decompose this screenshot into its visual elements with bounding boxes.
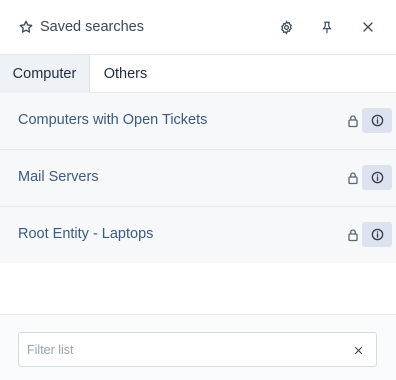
panel-header: Saved searches (0, 0, 396, 55)
lock-icon (348, 229, 358, 242)
filter-box (18, 332, 377, 367)
info-button[interactable] (362, 108, 392, 133)
saved-search-item[interactable]: Root Entity - Laptops (0, 207, 396, 263)
pin-icon (322, 21, 332, 33)
settings-button[interactable] (275, 16, 297, 38)
panel-title-wrap: Saved searches (18, 17, 144, 37)
tab-computer[interactable]: Computer (0, 55, 90, 93)
tab-others[interactable]: Others (90, 55, 161, 93)
panel-footer (0, 314, 396, 380)
saved-search-label[interactable]: Computers with Open Tickets (18, 112, 207, 128)
gear-icon (280, 19, 292, 35)
info-icon (371, 114, 383, 127)
clear-filter-button[interactable] (351, 343, 365, 357)
saved-search-label[interactable]: Root Entity - Laptops (18, 226, 153, 242)
tab-bar: Computer Others (0, 55, 396, 93)
info-icon (371, 171, 383, 184)
lock-icon (348, 115, 358, 128)
saved-search-label[interactable]: Mail Servers (18, 169, 99, 185)
info-button[interactable] (362, 222, 392, 247)
close-icon (363, 22, 373, 32)
info-icon (371, 228, 383, 241)
clear-icon (354, 346, 362, 354)
saved-search-item[interactable]: Computers with Open Tickets (0, 93, 396, 150)
filter-input[interactable] (27, 333, 347, 366)
pin-button[interactable] (316, 16, 338, 38)
saved-search-list: Computers with Open Tickets Mail Servers… (0, 93, 396, 263)
star-icon (19, 20, 33, 33)
info-button[interactable] (362, 165, 392, 190)
panel-title: Saved searches (40, 19, 144, 35)
lock-icon (348, 172, 358, 185)
saved-search-item[interactable]: Mail Servers (0, 150, 396, 207)
close-button[interactable] (357, 16, 379, 38)
